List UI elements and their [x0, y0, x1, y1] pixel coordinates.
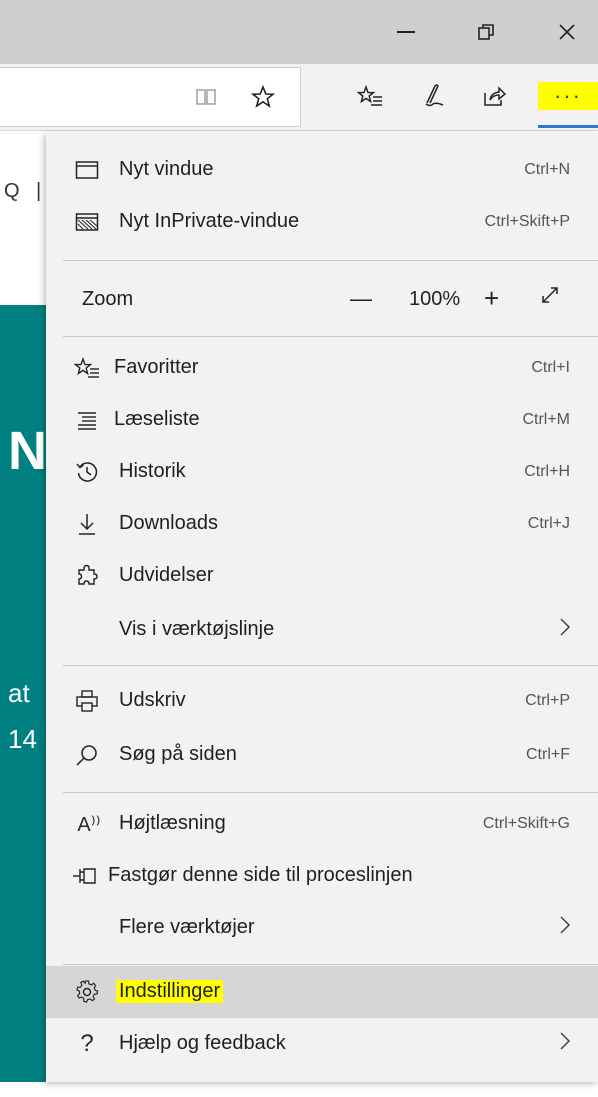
- menu-item-label: Downloads: [119, 512, 218, 534]
- menu-item-new-inprivate-window[interactable]: Nyt InPrivate-vindue Ctrl+Skift+P: [46, 196, 598, 248]
- menu-item-extensions[interactable]: Udvidelser: [46, 550, 598, 602]
- menu-item-favorites[interactable]: Favoritter Ctrl+I: [46, 342, 598, 394]
- window-icon: [74, 157, 100, 183]
- address-bar[interactable]: [0, 67, 301, 127]
- page-heading-fragment: N: [8, 421, 47, 481]
- page-text-fragment: Q: [4, 180, 20, 202]
- close-button[interactable]: [544, 12, 590, 52]
- favorites-icon: [74, 355, 100, 381]
- minimize-button[interactable]: [383, 12, 429, 52]
- menu-item-find-on-page[interactable]: Søg på siden Ctrl+F: [46, 729, 598, 781]
- pin-icon: [72, 863, 98, 889]
- inprivate-window-icon: [74, 209, 100, 235]
- share-icon: [484, 86, 506, 106]
- settings-and-more-button[interactable]: ···: [538, 82, 598, 110]
- download-icon: [74, 511, 100, 537]
- restore-button[interactable]: [463, 12, 509, 52]
- menu-item-reading-list[interactable]: Læseliste Ctrl+M: [46, 394, 598, 446]
- menu-item-settings[interactable]: Indstillinger: [46, 966, 598, 1018]
- menu-item-label: Søg på siden: [119, 743, 237, 765]
- search-icon: [74, 742, 100, 768]
- menu-item-label: Hjælp og feedback: [119, 1032, 286, 1054]
- menu-item-label: Historik: [119, 460, 186, 482]
- active-button-indicator: [538, 125, 598, 128]
- chevron-right-icon: [558, 1030, 572, 1058]
- read-aloud-icon: A⁾⁾: [77, 813, 101, 836]
- menu-item-shortcut: Ctrl+M: [522, 411, 570, 428]
- page-text-fragment: 14: [8, 724, 37, 754]
- reading-view-icon: [196, 89, 216, 105]
- star-icon: [251, 85, 275, 108]
- fullscreen-icon: [542, 287, 558, 303]
- menu-item-label: Favoritter: [114, 356, 199, 378]
- menu-item-new-window[interactable]: Nyt vindue Ctrl+N: [46, 144, 598, 196]
- menu-divider: [63, 260, 598, 261]
- menu-item-label: Højtlæsning: [119, 812, 226, 834]
- add-favorite-button[interactable]: [245, 79, 281, 115]
- menu-item-shortcut: Ctrl+F: [526, 746, 570, 763]
- page-divider-fragment: |: [36, 180, 42, 202]
- menu-item-label: Flere værktøjer: [119, 916, 255, 938]
- menu-item-label: Fastgør denne side til proceslinjen: [108, 864, 413, 886]
- menu-item-shortcut: Ctrl+I: [531, 359, 570, 376]
- help-icon: ?: [80, 1030, 94, 1057]
- menu-item-help-and-feedback[interactable]: ? Hjælp og feedback: [46, 1018, 598, 1070]
- web-notes-button[interactable]: [413, 78, 449, 114]
- favorites-hub-button[interactable]: [352, 78, 388, 114]
- menu-item-shortcut: Ctrl+H: [524, 463, 570, 480]
- menu-item-pin-to-taskbar[interactable]: Fastgør denne side til proceslinjen: [46, 850, 598, 902]
- favorites-hub-icon: [357, 84, 382, 106]
- pen-icon: [425, 84, 444, 107]
- menu-item-label: Indstillinger: [116, 980, 224, 1003]
- fullscreen-button[interactable]: [540, 285, 560, 311]
- menu-divider: [63, 336, 598, 337]
- history-icon: [74, 459, 100, 485]
- zoom-label: Zoom: [82, 288, 134, 310]
- reading-list-icon: [74, 407, 100, 433]
- title-bar: [0, 0, 598, 64]
- menu-item-history[interactable]: Historik Ctrl+H: [46, 446, 598, 498]
- menu-divider: [63, 665, 598, 666]
- settings-and-more-menu: Nyt vindue Ctrl+N Nyt InPrivate-vindue C…: [46, 132, 598, 1082]
- chevron-right-icon: [558, 914, 572, 942]
- menu-divider: [63, 792, 598, 793]
- restore-icon: [478, 24, 494, 40]
- menu-item-more-tools[interactable]: Flere værktøjer: [46, 902, 598, 954]
- menu-item-label: Vis i værktøjslinje: [119, 618, 275, 640]
- menu-item-downloads[interactable]: Downloads Ctrl+J: [46, 498, 598, 550]
- minimize-icon: [397, 31, 415, 33]
- menu-item-shortcut: Ctrl+Skift+G: [482, 815, 570, 832]
- menu-item-read-aloud[interactable]: A⁾⁾ Højtlæsning Ctrl+Skift+G: [46, 798, 598, 850]
- page-text-fragment: at: [8, 678, 30, 708]
- menu-item-shortcut: Ctrl+J: [527, 515, 570, 532]
- zoom-level: 100%: [409, 288, 461, 310]
- menu-item-label: Udskriv: [119, 689, 186, 711]
- menu-item-show-in-toolbar[interactable]: Vis i værktøjslinje: [46, 604, 598, 656]
- menu-item-print[interactable]: Udskriv Ctrl+P: [46, 675, 598, 727]
- menu-item-shortcut: Ctrl+N: [524, 161, 570, 178]
- menu-divider: [63, 964, 598, 965]
- page-bottom-strip: [0, 1082, 598, 1097]
- menu-item-shortcut: Ctrl+Skift+P: [484, 213, 570, 230]
- menu-item-zoom: Zoom — 100% +: [46, 274, 598, 326]
- menu-item-label: Læseliste: [114, 408, 200, 430]
- puzzle-icon: [74, 563, 100, 589]
- reading-view-button[interactable]: [188, 79, 224, 115]
- zoom-in-button[interactable]: +: [484, 283, 499, 314]
- gear-icon: [74, 979, 100, 1005]
- browser-toolbar: [0, 64, 598, 131]
- share-button[interactable]: [476, 78, 512, 114]
- close-icon: [559, 24, 575, 40]
- chevron-right-icon: [558, 616, 572, 644]
- menu-item-label: Nyt InPrivate-vindue: [119, 210, 300, 232]
- zoom-out-button[interactable]: —: [350, 286, 372, 312]
- printer-icon: [74, 688, 100, 714]
- menu-item-label: Nyt vindue: [119, 158, 214, 180]
- menu-item-shortcut: Ctrl+P: [525, 692, 570, 709]
- menu-item-label: Udvidelser: [119, 564, 214, 586]
